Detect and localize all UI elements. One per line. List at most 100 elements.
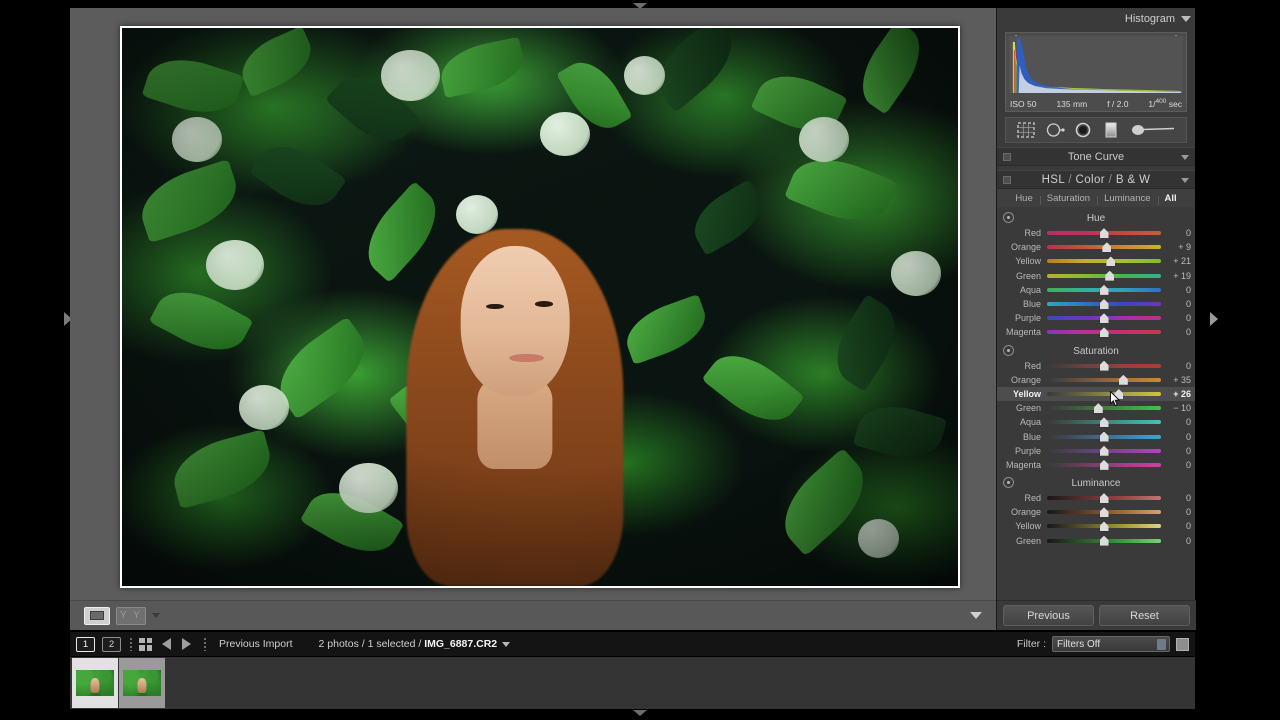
slider-value[interactable]: + 9 <box>1161 242 1191 252</box>
slider-value[interactable]: + 35 <box>1161 375 1191 385</box>
slider-track[interactable] <box>1047 493 1161 504</box>
slider-track[interactable] <box>1047 459 1161 470</box>
slider-thumb[interactable] <box>1099 228 1109 239</box>
slider-track[interactable] <box>1047 327 1161 338</box>
target-adjustment-icon[interactable] <box>1003 477 1014 488</box>
slider-thumb[interactable] <box>1099 327 1109 338</box>
target-adjustment-icon[interactable] <box>1003 344 1014 356</box>
slider-value[interactable]: + 26 <box>1161 389 1191 399</box>
slider-row-hue-purple[interactable]: Purple 0 <box>997 311 1195 325</box>
chevron-down-icon[interactable] <box>151 613 160 618</box>
filter-select[interactable]: Filters Off <box>1052 636 1170 652</box>
slider-thumb[interactable] <box>1099 284 1109 295</box>
slider-value[interactable]: 0 <box>1161 446 1191 456</box>
slider-track[interactable] <box>1047 521 1161 532</box>
slider-row-saturation-aqua[interactable]: Aqua 0 <box>997 415 1195 429</box>
slider-track[interactable] <box>1047 431 1161 442</box>
chevron-down-icon[interactable] <box>1181 16 1191 22</box>
slider-thumb[interactable] <box>1099 507 1109 518</box>
slider-track[interactable] <box>1047 388 1161 399</box>
tone-curve-panel-header[interactable]: Tone Curve <box>997 147 1195 166</box>
slider-value[interactable]: 0 <box>1161 460 1191 470</box>
slider-track[interactable] <box>1047 228 1161 239</box>
thumbnail-2[interactable] <box>119 658 165 708</box>
flag-icon[interactable] <box>1176 637 1189 651</box>
slider-row-saturation-magenta[interactable]: Magenta 0 <box>997 458 1195 472</box>
slider-track[interactable] <box>1047 242 1161 253</box>
slider-row-hue-magenta[interactable]: Magenta 0 <box>997 325 1195 339</box>
slider-thumb[interactable] <box>1106 256 1116 267</box>
reset-button[interactable]: Reset <box>1099 605 1190 626</box>
screen-2-button[interactable]: 2 <box>102 636 121 652</box>
slider-value[interactable]: + 21 <box>1161 256 1191 266</box>
thumbnail-1[interactable] <box>72 658 118 708</box>
slider-row-luminance-green[interactable]: Green 0 <box>997 534 1195 548</box>
target-adjustment-icon[interactable] <box>1003 212 1014 223</box>
hsl-panel-header[interactable]: HSL / Color / B & W <box>997 170 1195 189</box>
slider-thumb[interactable] <box>1099 535 1109 546</box>
slider-thumb[interactable] <box>1118 374 1128 385</box>
spot-removal-tool[interactable] <box>1045 121 1065 139</box>
slider-value[interactable]: + 19 <box>1161 271 1191 281</box>
slider-track[interactable] <box>1047 313 1161 324</box>
slider-row-luminance-red[interactable]: Red 0 <box>997 491 1195 505</box>
slider-value[interactable]: 0 <box>1161 507 1191 517</box>
histogram-panel-header[interactable]: Histogram <box>997 8 1195 30</box>
slider-thumb[interactable] <box>1099 521 1109 532</box>
slider-thumb[interactable] <box>1099 299 1109 310</box>
slider-value[interactable]: 0 <box>1161 228 1191 238</box>
slider-track[interactable] <box>1047 403 1161 414</box>
slider-row-hue-green[interactable]: Green + 19 <box>997 269 1195 283</box>
slider-value[interactable]: 0 <box>1161 536 1191 546</box>
slider-track[interactable] <box>1047 535 1161 546</box>
loupe-view-icon[interactable] <box>84 606 110 625</box>
slider-row-saturation-orange[interactable]: Orange + 35 <box>997 373 1195 387</box>
slider-row-saturation-green[interactable]: Green − 10 <box>997 401 1195 415</box>
slider-row-saturation-purple[interactable]: Purple 0 <box>997 444 1195 458</box>
hsl-tab-saturation[interactable]: Saturation <box>1039 193 1096 205</box>
panel-switch-icon[interactable] <box>1003 153 1011 161</box>
hsl-tab-hue[interactable]: Hue <box>1009 193 1038 204</box>
current-filename[interactable]: IMG_6887.CR2 <box>424 638 497 650</box>
slider-row-hue-blue[interactable]: Blue 0 <box>997 297 1195 311</box>
slider-value[interactable]: 0 <box>1161 417 1191 427</box>
slider-track[interactable] <box>1047 256 1161 267</box>
slider-thumb[interactable] <box>1099 445 1109 456</box>
photo-frame[interactable] <box>120 26 960 588</box>
slider-value[interactable]: 0 <box>1161 432 1191 442</box>
slider-row-hue-orange[interactable]: Orange + 9 <box>997 240 1195 254</box>
slider-value[interactable]: 0 <box>1161 313 1191 323</box>
red-eye-correction-tool[interactable] <box>1073 121 1093 139</box>
arrow-right-icon[interactable] <box>182 638 191 650</box>
slider-value[interactable]: 0 <box>1161 361 1191 371</box>
slider-track[interactable] <box>1047 270 1161 281</box>
slider-value[interactable]: 0 <box>1161 327 1191 337</box>
crop-overlay-tool[interactable] <box>1016 121 1036 139</box>
slider-track[interactable] <box>1047 507 1161 518</box>
slider-thumb[interactable] <box>1099 313 1109 324</box>
slider-track[interactable] <box>1047 360 1161 371</box>
source-label[interactable]: Previous Import <box>219 638 293 650</box>
slider-thumb[interactable] <box>1105 270 1115 281</box>
hsl-tab-luminance[interactable]: Luminance <box>1097 193 1156 205</box>
slider-track[interactable] <box>1047 299 1161 310</box>
flag-filter-button[interactable]: Y Y <box>116 606 146 625</box>
grid-view-icon[interactable] <box>139 637 152 651</box>
toolbar-options-chevron-down-icon[interactable] <box>970 612 982 619</box>
graduated-filter-tool[interactable] <box>1101 121 1121 139</box>
slider-row-luminance-orange[interactable]: Orange 0 <box>997 505 1195 519</box>
slider-thumb[interactable] <box>1099 360 1109 371</box>
bw-link[interactable]: B & W <box>1116 174 1151 186</box>
loupe-photo[interactable] <box>122 28 958 586</box>
slider-row-saturation-yellow[interactable]: Yellow + 26 <box>997 386 1195 402</box>
slider-thumb[interactable] <box>1099 493 1109 504</box>
slider-row-luminance-yellow[interactable]: Yellow 0 <box>997 519 1195 533</box>
chevron-down-icon[interactable] <box>1181 155 1189 160</box>
slider-track[interactable] <box>1047 417 1161 428</box>
slider-value[interactable]: 0 <box>1161 285 1191 295</box>
previous-button[interactable]: Previous <box>1003 605 1094 626</box>
slider-value[interactable]: 0 <box>1161 493 1191 503</box>
slider-thumb[interactable] <box>1099 417 1109 428</box>
hsl-link[interactable]: HSL <box>1042 174 1065 186</box>
slider-thumb[interactable] <box>1099 459 1109 470</box>
